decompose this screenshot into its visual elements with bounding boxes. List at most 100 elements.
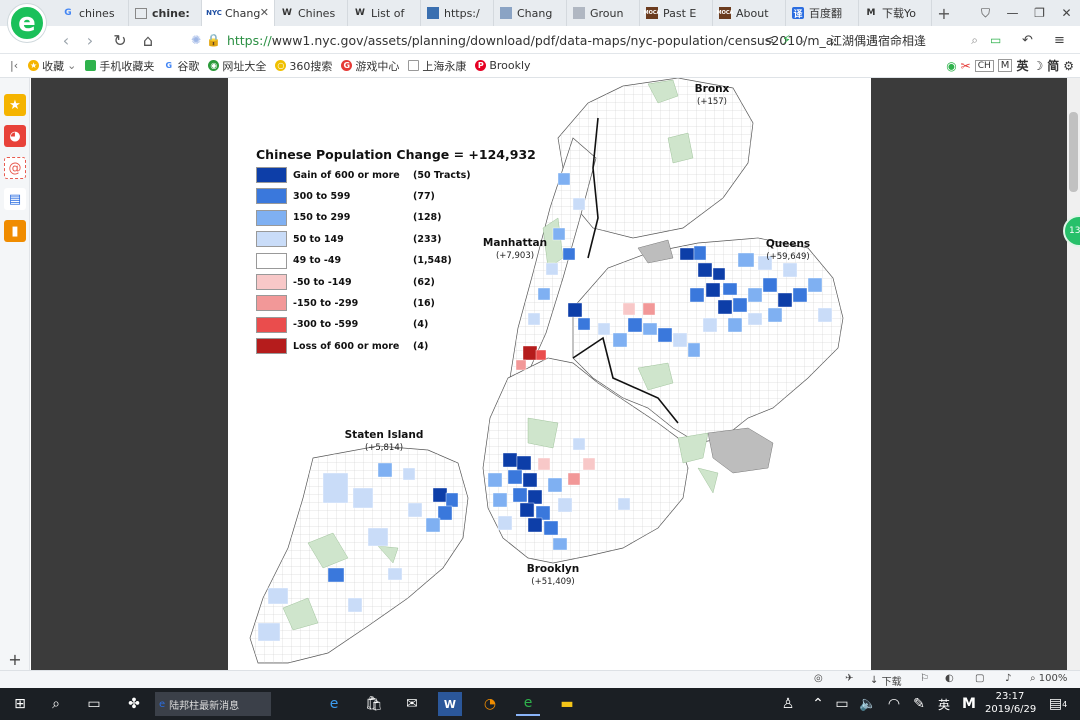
tab-0[interactable]: Gchines xyxy=(56,0,129,26)
search-input[interactable]: 江湖偶遇宿命相逢 ⌕ xyxy=(830,29,978,51)
zoom-control[interactable]: ⌕ 100% xyxy=(1030,673,1067,684)
mail-icon[interactable]: @ xyxy=(4,157,26,179)
bookmark-sites[interactable]: ◉ 网址大全 xyxy=(208,58,266,74)
ime-m-label[interactable]: M xyxy=(997,59,1013,72)
weibo-icon[interactable]: ◕ xyxy=(4,125,26,147)
tab-9[interactable]: MOCA About xyxy=(713,0,786,26)
pin-icon[interactable]: ✈ xyxy=(845,673,853,684)
bookmark-shanghai[interactable]: 上海永康 xyxy=(408,58,466,74)
tab-title: Chines xyxy=(298,6,336,20)
close-tab-icon[interactable]: ✕ xyxy=(260,6,269,19)
network-icon[interactable]: ◠ xyxy=(882,692,906,716)
bookmark-games[interactable]: G 游戏中心 xyxy=(341,58,399,74)
task-view-icon[interactable]: ▭ xyxy=(82,692,106,716)
tab-6[interactable]: Chang xyxy=(494,0,567,26)
chevron-down-icon[interactable]: ⌄ xyxy=(798,30,806,50)
scissors-icon[interactable]: ✂ xyxy=(961,59,971,73)
ime-english-label[interactable]: 英 xyxy=(1016,57,1028,74)
close-window-icon[interactable]: ✕ xyxy=(1053,0,1080,26)
edge-app-icon[interactable]: e xyxy=(322,692,346,716)
document-icon xyxy=(135,7,147,19)
menu-icon[interactable]: ≡ xyxy=(1054,30,1065,50)
bookmark-google[interactable]: G 谷歌 xyxy=(163,58,199,74)
word-icon[interactable]: W xyxy=(438,692,462,716)
tab-2-active[interactable]: NYC Chang ✕ xyxy=(202,0,275,26)
battery-tray-icon[interactable]: ▭ xyxy=(830,692,854,716)
browser-icon[interactable]: ◐ xyxy=(945,673,954,684)
legend-count: (16) xyxy=(413,297,435,309)
page-icon xyxy=(408,60,420,71)
ime-ch-label[interactable]: CH xyxy=(974,59,994,72)
add-icon[interactable]: + xyxy=(4,648,26,670)
restore-icon[interactable]: ❐ xyxy=(1026,0,1053,26)
pen-icon[interactable]: ✎ xyxy=(907,692,931,716)
tab-10[interactable]: 译百度翻 xyxy=(786,0,859,26)
tab-4[interactable]: W List of xyxy=(348,0,421,26)
show-hidden-icons[interactable]: ⌃ xyxy=(806,692,830,716)
back-icon[interactable]: ‹ xyxy=(56,30,76,50)
shirt-skin-icon[interactable]: ⛉ xyxy=(972,0,999,26)
tab-title: Chang xyxy=(517,6,553,20)
battery-icon[interactable]: ▭ xyxy=(990,30,1001,50)
address-field[interactable]: 🔒 https://www1.nyc.gov/assets/planning/d… xyxy=(206,29,836,51)
site-info-icon[interactable]: ✺ xyxy=(186,30,206,50)
windows-start-icon[interactable]: ⊞ xyxy=(8,692,32,716)
clock[interactable]: 23:17 2019/6/29 xyxy=(985,690,1036,716)
legend-swatch xyxy=(256,252,287,269)
minimize-icon[interactable]: — xyxy=(999,0,1026,26)
legend-row: 150 to 299 (128) xyxy=(256,209,442,226)
favorites-star-icon[interactable]: ★ xyxy=(4,94,26,116)
tab-3[interactable]: W Chines xyxy=(275,0,348,26)
tab-1[interactable]: chine: xyxy=(129,0,202,26)
tab-5[interactable]: https:/ xyxy=(421,0,494,26)
browser-app-icon[interactable]: e xyxy=(516,692,540,716)
browser-logo-icon[interactable]: e xyxy=(8,4,46,42)
volume-tray-icon[interactable]: 🔈 xyxy=(856,692,880,716)
legend-row: -150 to -299 (16) xyxy=(256,295,435,312)
media-app-icon[interactable]: ◔ xyxy=(478,692,502,716)
reload-icon[interactable]: ↻ xyxy=(110,30,130,50)
new-tab-button[interactable]: + xyxy=(932,0,956,26)
home-icon[interactable]: ⌂ xyxy=(138,30,158,50)
mail-app-icon[interactable]: ✉ xyxy=(400,692,424,716)
settings-gear-icon[interactable]: ⚙ xyxy=(1063,59,1074,73)
tab-7[interactable]: Groun xyxy=(567,0,640,26)
bookmark-book-icon[interactable]: ▮ xyxy=(4,220,26,242)
bookmark-mobile[interactable]: 手机收藏夹 xyxy=(85,58,154,74)
tab-11[interactable]: M 下载Yo xyxy=(859,0,932,26)
bookmark-360[interactable]: ○ 360搜索 xyxy=(275,58,332,74)
m-app-icon[interactable]: M xyxy=(957,692,981,716)
ime-simplified-label[interactable]: 简 xyxy=(1047,57,1059,74)
bookmark-favorites[interactable]: ★ 收藏 ⌄ xyxy=(28,58,76,74)
flag-icon[interactable]: ⚐ xyxy=(920,673,929,684)
volume-icon[interactable]: ♪ xyxy=(1005,673,1011,684)
download-icon: ↓ xyxy=(870,675,879,686)
forward-icon[interactable]: › xyxy=(80,30,100,50)
lightning-icon[interactable]: ⚡ xyxy=(782,30,791,50)
notification-center-icon[interactable]: ▤ 4 xyxy=(1046,692,1070,716)
notes-icon[interactable]: ▤ xyxy=(4,188,26,210)
window-icon[interactable]: ▢ xyxy=(975,673,984,684)
manhattan-label: Manhattan xyxy=(482,237,548,249)
legend-swatch xyxy=(256,338,287,355)
bookmark-brooklyn[interactable]: P Brookly xyxy=(475,59,531,72)
extension-icon[interactable]: ◉ xyxy=(946,59,956,73)
store-icon[interactable]: 🛍 xyxy=(362,692,386,716)
speed-icon[interactable]: ◎ xyxy=(814,673,823,684)
moon-icon[interactable]: ☽ xyxy=(1032,59,1043,73)
collapse-sidebar-icon[interactable]: |‹ xyxy=(10,59,18,72)
tab-8[interactable]: MOCA Past E xyxy=(640,0,713,26)
undo-icon[interactable]: ↶ xyxy=(1022,30,1033,50)
pinwheel-icon[interactable]: ✤ xyxy=(122,692,146,716)
search-icon[interactable]: ⌕ xyxy=(44,692,68,716)
vertical-scrollbar[interactable] xyxy=(1067,78,1080,670)
scrollbar-thumb[interactable] xyxy=(1069,112,1078,192)
share-icon[interactable]: ⋖ xyxy=(764,30,775,50)
people-icon[interactable]: ♙ xyxy=(776,692,800,716)
download-button[interactable]: ↓ 下载 xyxy=(870,673,902,688)
search-icon[interactable]: ⌕ xyxy=(971,33,978,48)
taskbar-search[interactable]: e 陆邦柱最新消息 xyxy=(155,692,271,716)
ime-indicator[interactable]: 英 xyxy=(932,692,956,716)
folder-icon[interactable]: ▬ xyxy=(555,692,579,716)
bookmark-label: 游戏中心 xyxy=(355,59,400,73)
